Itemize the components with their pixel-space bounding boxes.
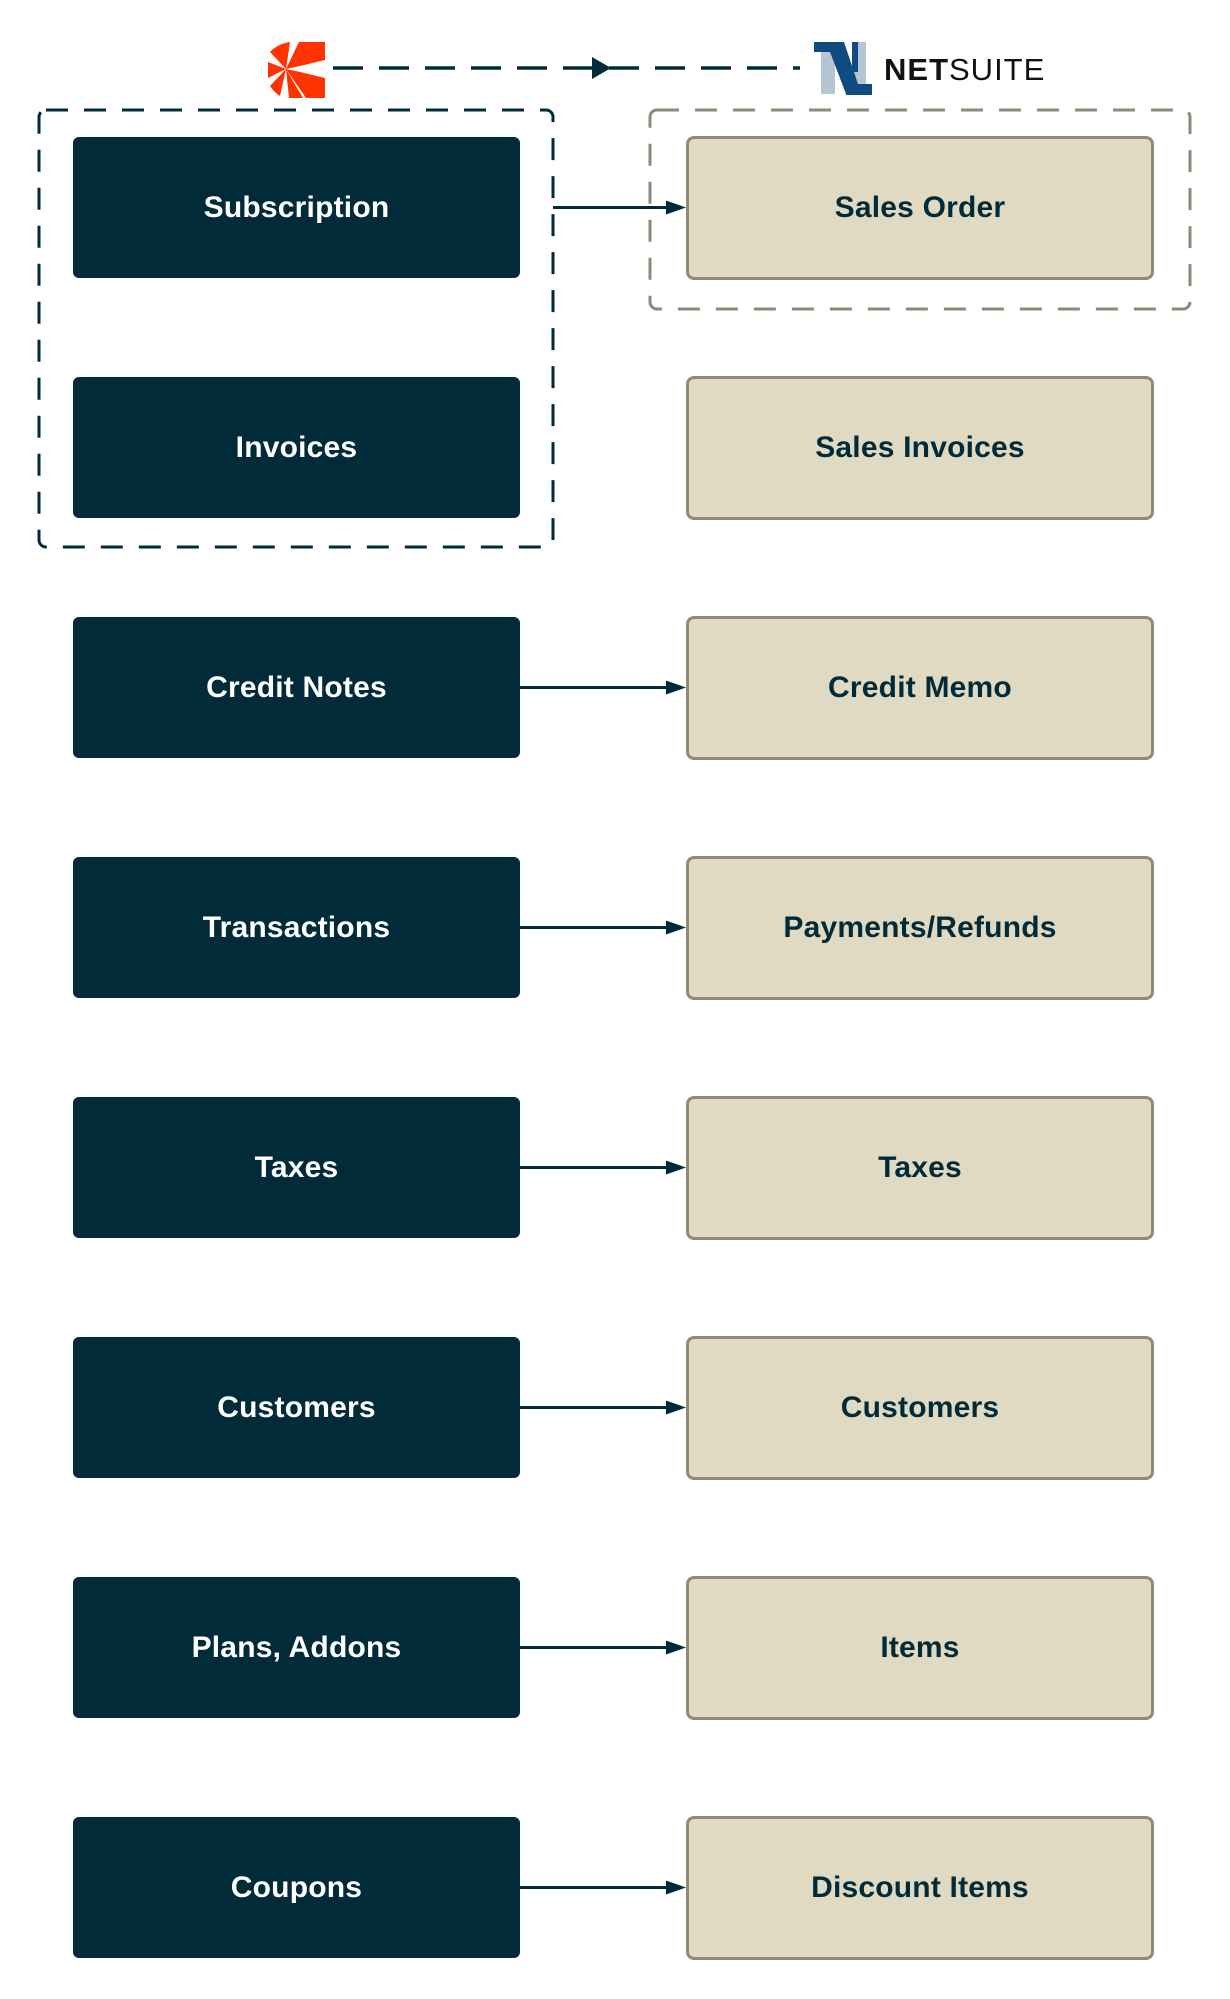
flow-direction-arrowhead xyxy=(592,57,611,79)
arrowhead-icon xyxy=(666,920,686,935)
arrowhead-icon xyxy=(666,1640,686,1655)
target-box: Discount Items xyxy=(686,1816,1154,1960)
source-box: Subscription xyxy=(73,137,520,278)
source-box: Credit Notes xyxy=(73,617,520,758)
source-box: Plans, Addons xyxy=(73,1577,520,1718)
netsuite-wordmark: NETSUITE xyxy=(884,52,1045,88)
target-box: Payments/Refunds xyxy=(686,856,1154,1000)
source-box: Invoices xyxy=(73,377,520,518)
target-box: Items xyxy=(686,1576,1154,1720)
source-box: Customers xyxy=(73,1337,520,1478)
source-box: Coupons xyxy=(73,1817,520,1958)
target-box: Credit Memo xyxy=(686,616,1154,760)
netsuite-wordmark-bold: NET xyxy=(884,52,949,87)
target-box: Sales Order xyxy=(686,136,1154,280)
target-box: Customers xyxy=(686,1336,1154,1480)
netsuite-logo-icon xyxy=(814,42,872,95)
source-box: Taxes xyxy=(73,1097,520,1238)
arrowhead-icon xyxy=(666,680,686,695)
chargebee-logo-icon xyxy=(268,42,325,98)
target-box: Taxes xyxy=(686,1096,1154,1240)
source-box: Transactions xyxy=(73,857,520,998)
arrowhead-icon xyxy=(666,1400,686,1415)
arrowhead-icon xyxy=(666,1160,686,1175)
arrowhead-icon xyxy=(666,200,686,215)
netsuite-wordmark-regular: SUITE xyxy=(949,52,1046,87)
target-box: Sales Invoices xyxy=(686,376,1154,520)
arrowhead-icon xyxy=(666,1880,686,1895)
